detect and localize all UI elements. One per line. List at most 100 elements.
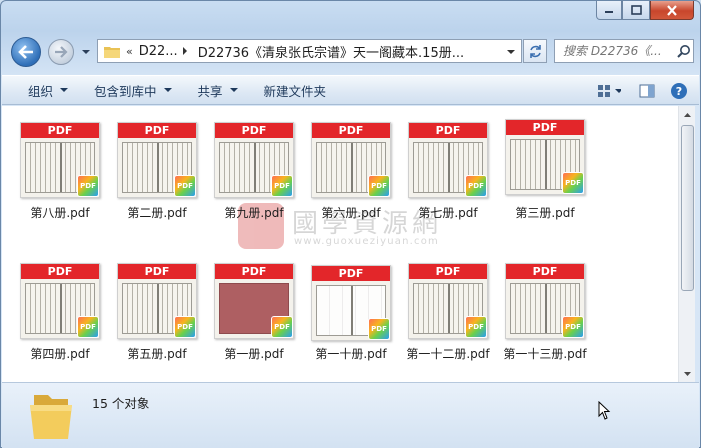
- help-button[interactable]: ?: [667, 80, 691, 102]
- pdf-thumbnail: PDF PDF: [311, 122, 391, 198]
- scroll-down-button[interactable]: [679, 365, 696, 382]
- arrow-left-icon: [18, 45, 33, 59]
- breadcrumb-current[interactable]: D22736《清泉张氏宗谱》天一阁藏本.15册...: [198, 42, 464, 61]
- pdf-app-icon: PDF: [174, 175, 196, 197]
- chevron-down-icon[interactable]: [506, 48, 516, 56]
- chevron-right-icon[interactable]: [178, 46, 192, 56]
- refresh-button[interactable]: [523, 39, 547, 63]
- pdf-banner: PDF: [312, 123, 390, 138]
- pdf-banner: PDF: [215, 123, 293, 138]
- search-input[interactable]: [563, 44, 675, 58]
- pdf-thumbnail: PDF PDF: [214, 122, 294, 198]
- pdf-banner: PDF: [215, 264, 293, 279]
- pdf-thumbnail: PDF PDF: [214, 263, 294, 339]
- pdf-app-icon: PDF: [562, 316, 584, 338]
- pdf-app-icon: PDF: [368, 175, 390, 197]
- pdf-banner: PDF: [506, 120, 584, 135]
- file-name: 第二册.pdf: [127, 206, 187, 220]
- pdf-thumbnail: PDF PDF: [505, 119, 585, 195]
- file-item[interactable]: PDF PDF 第三册.pdf: [497, 119, 593, 239]
- back-button[interactable]: [11, 37, 41, 67]
- file-item[interactable]: PDF PDF 第一十册.pdf: [303, 260, 399, 380]
- maximize-button[interactable]: [622, 1, 650, 20]
- recent-pages-dropdown-icon[interactable]: [81, 47, 91, 57]
- minimize-button[interactable]: [596, 1, 622, 20]
- pdf-app-icon: PDF: [465, 316, 487, 338]
- file-item[interactable]: PDF PDF 第一十三册.pdf: [497, 260, 593, 380]
- pdf-thumbnail: PDF PDF: [505, 263, 585, 339]
- svg-text:?: ?: [676, 85, 682, 98]
- scroll-up-button[interactable]: [679, 106, 696, 123]
- file-name: 第七册.pdf: [418, 206, 478, 220]
- pdf-banner: PDF: [409, 123, 487, 138]
- scrollbar-thumb[interactable]: [681, 125, 694, 291]
- view-options-button[interactable]: [597, 80, 621, 102]
- pdf-app-icon: PDF: [174, 316, 196, 338]
- close-button[interactable]: [650, 1, 694, 20]
- forward-button[interactable]: [48, 39, 74, 65]
- organize-menu[interactable]: 组织: [28, 81, 69, 100]
- pdf-thumbnail: PDF PDF: [408, 263, 488, 339]
- file-item[interactable]: PDF PDF 第一十二册.pdf: [400, 260, 496, 380]
- file-item[interactable]: PDF PDF 第九册.pdf: [206, 119, 302, 239]
- chevron-up-icon: [684, 112, 691, 117]
- file-name: 第六册.pdf: [321, 206, 381, 220]
- pdf-banner: PDF: [409, 264, 487, 279]
- preview-pane-icon: [639, 84, 655, 98]
- minimize-icon: [605, 11, 613, 13]
- search-box[interactable]: [554, 39, 694, 63]
- file-item[interactable]: PDF PDF 第一册.pdf: [206, 260, 302, 380]
- pdf-banner: PDF: [21, 123, 99, 138]
- pdf-thumbnail: PDF PDF: [408, 122, 488, 198]
- file-item[interactable]: PDF PDF 第七册.pdf: [400, 119, 496, 239]
- file-name: 第四册.pdf: [30, 347, 90, 361]
- pdf-banner: PDF: [118, 264, 196, 279]
- maximize-icon: [630, 5, 642, 15]
- organize-label: 组织: [28, 83, 54, 99]
- refresh-icon: [529, 44, 541, 58]
- pdf-app-icon: PDF: [77, 175, 99, 197]
- caption-buttons: [596, 1, 694, 20]
- pdf-banner: PDF: [312, 266, 390, 281]
- pdf-app-icon: PDF: [77, 316, 99, 338]
- pdf-thumbnail: PDF PDF: [20, 263, 100, 339]
- share-menu[interactable]: 共享: [198, 81, 238, 100]
- help-icon: ?: [671, 83, 687, 99]
- view-grid-icon: [598, 85, 621, 97]
- mouse-cursor-icon: [598, 401, 611, 420]
- new-folder-button[interactable]: 新建文件夹: [264, 81, 327, 100]
- file-name: 第一十册.pdf: [315, 347, 387, 361]
- details-pane: 15 个对象: [2, 382, 699, 448]
- breadcrumb-parent[interactable]: D22...: [139, 44, 178, 59]
- pdf-thumbnail: PDF PDF: [117, 122, 197, 198]
- search-icon[interactable]: [677, 44, 691, 58]
- file-name: 第一册.pdf: [224, 347, 284, 361]
- file-list[interactable]: 國學資源網 www.guoxueziyuan.com PDF PDF 第八册.pdf…: [2, 106, 678, 382]
- file-item[interactable]: PDF PDF 第五册.pdf: [109, 260, 205, 380]
- folder-icon: [104, 46, 120, 58]
- pdf-banner: PDF: [21, 264, 99, 279]
- item-count: 15 个对象: [92, 396, 150, 411]
- arrow-right-icon: [55, 46, 68, 58]
- file-name: 第八册.pdf: [30, 206, 90, 220]
- include-in-library-label: 包含到库中: [94, 83, 157, 99]
- file-name: 第三册.pdf: [515, 206, 575, 220]
- preview-pane-button[interactable]: [635, 80, 659, 102]
- file-item[interactable]: PDF PDF 第二册.pdf: [109, 119, 205, 239]
- breadcrumb-overflow[interactable]: «: [126, 45, 133, 58]
- chevron-down-icon: [684, 371, 691, 376]
- pdf-thumbnail: PDF PDF: [20, 122, 100, 198]
- share-label: 共享: [197, 83, 223, 99]
- vertical-scrollbar[interactable]: [678, 106, 695, 382]
- chevron-down-icon: [163, 88, 172, 92]
- file-name: 第五册.pdf: [127, 347, 187, 361]
- file-item[interactable]: PDF PDF 第四册.pdf: [12, 260, 108, 380]
- address-bar[interactable]: « D22... D22736《清泉张氏宗谱》天一阁藏本.15册...: [97, 39, 522, 63]
- file-item[interactable]: PDF PDF 第六册.pdf: [303, 119, 399, 239]
- file-name: 第九册.pdf: [224, 206, 284, 220]
- file-item[interactable]: PDF PDF 第八册.pdf: [12, 119, 108, 239]
- pdf-app-icon: PDF: [465, 175, 487, 197]
- pdf-thumbnail: PDF PDF: [311, 265, 391, 341]
- pdf-app-icon: PDF: [271, 316, 293, 338]
- include-in-library-menu[interactable]: 包含到库中: [94, 81, 172, 100]
